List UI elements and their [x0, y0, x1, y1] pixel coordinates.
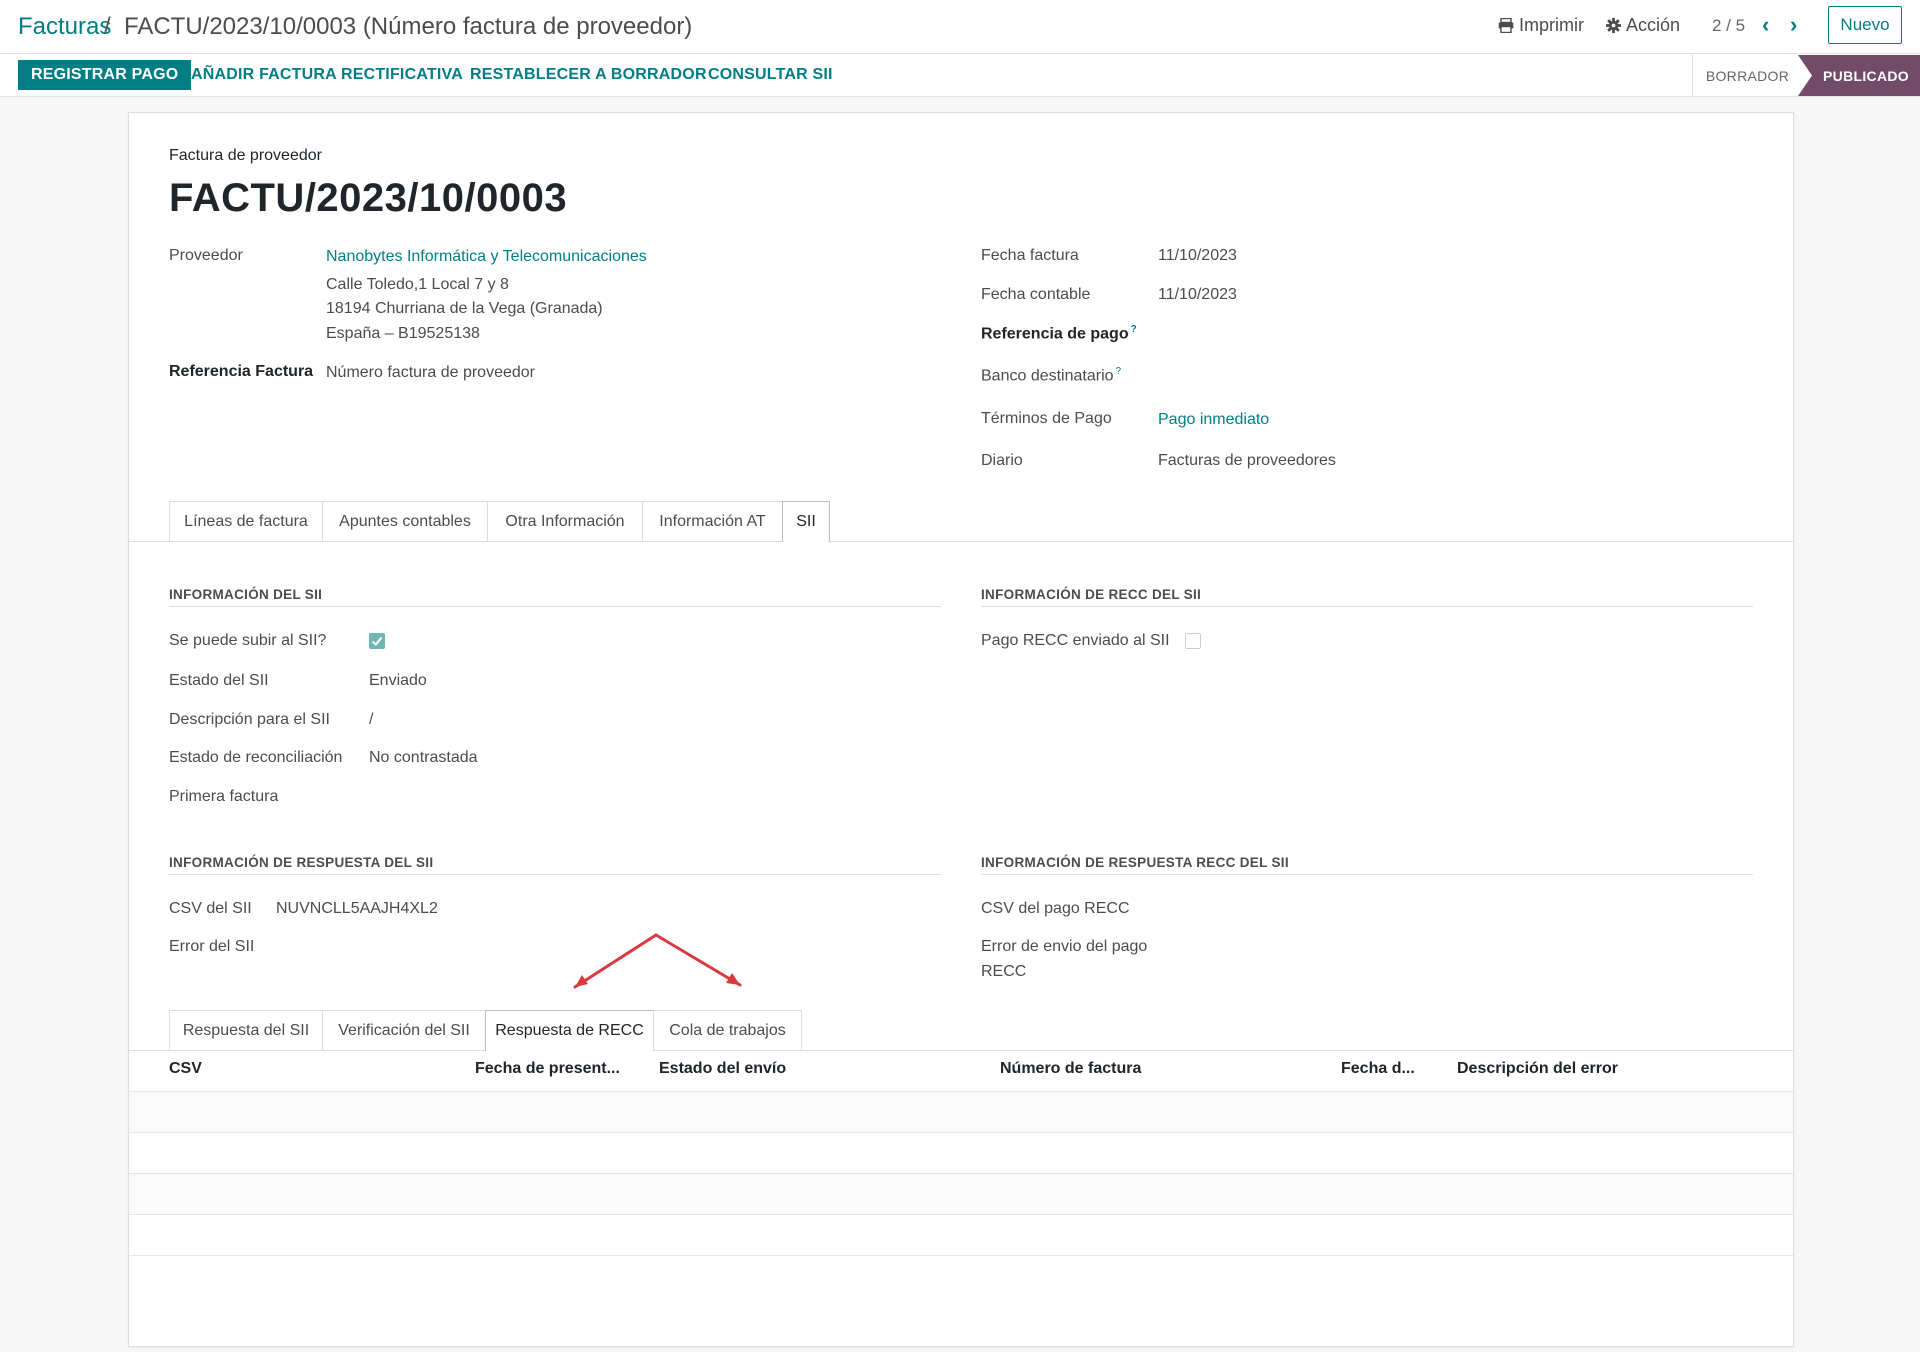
tab-invoice-lines[interactable]: Líneas de factura: [169, 501, 323, 541]
journal-value[interactable]: Facturas de proveedores: [1158, 452, 1336, 470]
recc-sent-checkbox[interactable]: [1185, 633, 1201, 649]
pager-previous-icon[interactable]: ‹: [1762, 12, 1769, 38]
recipient-bank-label-text: Banco destinatario: [981, 367, 1114, 385]
reconcile-state-value: No contrastada: [369, 749, 478, 766]
recc-error-label-continued: RECC: [981, 963, 1027, 980]
vendor-address-line: 18194 Churriana de la Vega (Granada): [326, 300, 603, 317]
table-row: [129, 1091, 1793, 1132]
consult-sii-button[interactable]: CONSULTAR SII: [708, 66, 833, 84]
table-row: [129, 1132, 1793, 1173]
column-header-invoice-number[interactable]: Número de factura: [1000, 1060, 1141, 1078]
invoice-ref-label: Referencia Factura: [169, 363, 314, 380]
vendor-address-line: España – B19525138: [326, 325, 480, 342]
stage-draft[interactable]: BORRADOR: [1692, 55, 1802, 96]
breadcrumb-parent[interactable]: Facturas: [18, 13, 111, 41]
column-header-submission-date[interactable]: Fecha de present...: [475, 1060, 620, 1078]
recc-error-label: Error de envio del pago: [981, 938, 1148, 955]
subtab-recc-response[interactable]: Respuesta de RECC: [485, 1010, 654, 1051]
sii-csv-value: NUVNCLL5AAJH4XL2: [276, 900, 438, 917]
help-icon[interactable]: ?: [1116, 366, 1122, 377]
invoice-date-label: Fecha factura: [981, 247, 1079, 264]
tab-sii[interactable]: SII: [782, 501, 830, 542]
tab-at-info[interactable]: Información AT: [642, 501, 783, 541]
column-header-error-description[interactable]: Descripción del error: [1457, 1060, 1618, 1078]
subtab-sii-verification[interactable]: Verificación del SII: [322, 1010, 486, 1050]
printer-icon: [1498, 18, 1514, 33]
recc-response-section-title: INFORMACIÓN DE RESPUESTA RECC DEL SII: [981, 855, 1289, 870]
breadcrumb-separator: /: [104, 13, 111, 40]
column-header-csv[interactable]: CSV: [169, 1060, 202, 1078]
subtabs-divider: [129, 1050, 1793, 1051]
print-label: Imprimir: [1519, 15, 1584, 35]
payment-terms-value[interactable]: Pago inmediato: [1158, 411, 1269, 429]
journal-label: Diario: [981, 452, 1023, 469]
invoice-number: FACTU/2023/10/0003: [169, 176, 568, 220]
register-payment-button[interactable]: REGISTRAR PAGO: [18, 60, 192, 90]
payment-reference-label-text: Referencia de pago: [981, 325, 1129, 343]
pager-value[interactable]: 2 / 5: [1712, 16, 1745, 36]
section-divider: [169, 874, 941, 875]
pager-next-icon[interactable]: ›: [1790, 12, 1797, 38]
add-credit-note-button[interactable]: AÑADIR FACTURA RECTIFICATIVA: [191, 66, 463, 84]
sii-info-section-title: INFORMACIÓN DEL SII: [169, 587, 323, 602]
print-button[interactable]: Imprimir: [1498, 15, 1584, 36]
annotation-arrows-icon: [573, 933, 742, 989]
first-invoice-label: Primera factura: [169, 788, 279, 805]
invoice-ref-value[interactable]: Número factura de proveedor: [326, 364, 535, 382]
table-bottom-border: [129, 1255, 1793, 1256]
accounting-date-label: Fecha contable: [981, 286, 1091, 303]
sii-csv-label: CSV del SII: [169, 900, 252, 917]
section-divider: [981, 874, 1753, 875]
recc-csv-label: CSV del pago RECC: [981, 900, 1130, 917]
tabs-divider: [129, 541, 1793, 542]
subtab-sii-response[interactable]: Respuesta del SII: [169, 1010, 323, 1050]
tab-other-info[interactable]: Otra Información: [487, 501, 643, 541]
breadcrumb-current: FACTU/2023/10/0003 (Número factura de pr…: [124, 13, 693, 40]
tab-journal-items[interactable]: Apuntes contables: [322, 501, 488, 541]
sii-description-label: Descripción para el SII: [169, 711, 330, 728]
can-upload-label: Se puede subir al SII?: [169, 632, 327, 649]
payment-reference-label: Referencia de pago?: [981, 324, 1137, 343]
new-button[interactable]: Nuevo: [1828, 6, 1902, 44]
sii-state-label: Estado del SII: [169, 672, 269, 689]
section-divider: [169, 606, 941, 607]
section-divider: [981, 606, 1753, 607]
help-icon[interactable]: ?: [1131, 324, 1137, 335]
vendor-link[interactable]: Nanobytes Informática y Telecomunicacion…: [326, 248, 647, 266]
can-upload-checkbox[interactable]: [369, 633, 385, 649]
sii-response-section-title: INFORMACIÓN DE RESPUESTA DEL SII: [169, 855, 434, 870]
table-row: [129, 1214, 1793, 1255]
column-header-send-state[interactable]: Estado del envío: [659, 1060, 786, 1078]
sii-state-value: Enviado: [369, 672, 427, 689]
vendor-address-line: Calle Toledo,1 Local 7 y 8: [326, 276, 509, 293]
sii-error-label: Error del SII: [169, 938, 255, 955]
recc-sent-label: Pago RECC enviado al SII: [981, 632, 1170, 649]
sii-description-value[interactable]: /: [369, 711, 373, 729]
invoice-date-value[interactable]: 11/10/2023: [1158, 247, 1237, 265]
document-type: Factura de proveedor: [169, 147, 322, 164]
recipient-bank-label: Banco destinatario?: [981, 366, 1121, 385]
stage-posted[interactable]: PUBLICADO: [1798, 55, 1920, 96]
payment-terms-label: Términos de Pago: [981, 410, 1112, 427]
reset-to-draft-button[interactable]: RESTABLECER A BORRADOR: [470, 66, 707, 84]
recc-info-section-title: INFORMACIÓN DE RECC DEL SII: [981, 587, 1202, 602]
gear-icon: [1606, 18, 1621, 33]
action-label: Acción: [1626, 15, 1681, 35]
column-header-date[interactable]: Fecha d...: [1341, 1060, 1415, 1078]
vendor-label: Proveedor: [169, 247, 243, 264]
subtab-job-queue[interactable]: Cola de trabajos: [653, 1010, 802, 1050]
checkmark-icon: [371, 636, 383, 646]
table-row: [129, 1173, 1793, 1214]
action-button[interactable]: Acción: [1606, 15, 1680, 36]
accounting-date-value[interactable]: 11/10/2023: [1158, 286, 1237, 304]
reconcile-state-label: Estado de reconciliación: [169, 749, 343, 766]
